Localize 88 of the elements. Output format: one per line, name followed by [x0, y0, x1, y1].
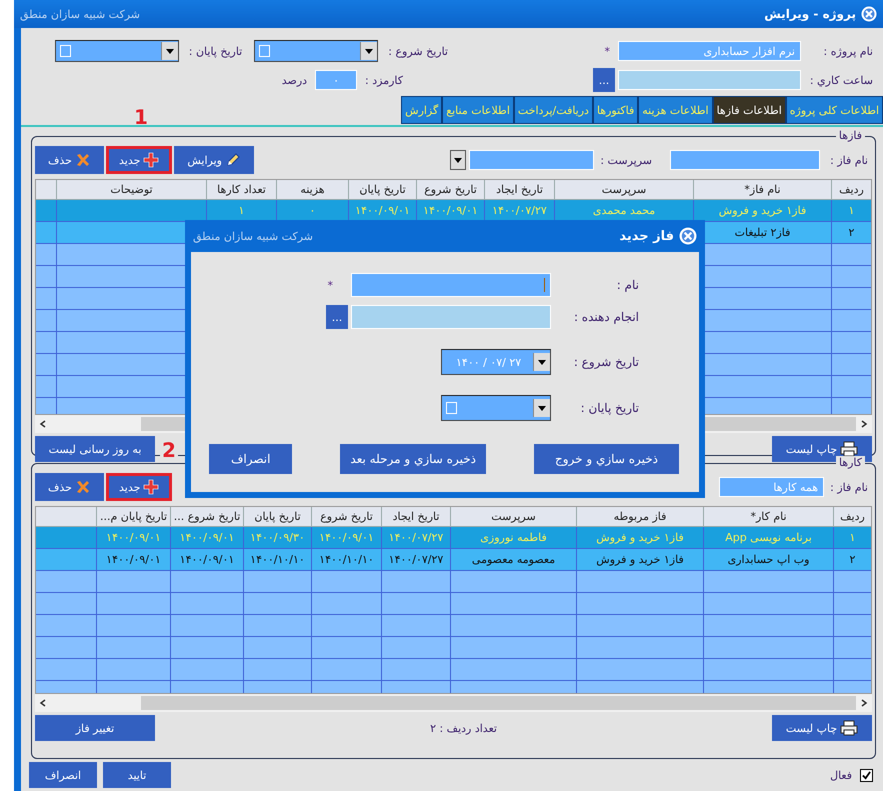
field-label: نام :	[616, 278, 639, 292]
dialog-button[interactable]: ذخیره سازي و مرحله بعد	[340, 444, 486, 474]
field-label: تاریخ شروع :	[572, 355, 639, 369]
performer-field[interactable]	[351, 305, 551, 329]
table-cell: ۱۴۰۰/۰۹/۰۱	[170, 549, 243, 571]
pencil-icon	[225, 152, 241, 168]
field-label: ساعت کاري :	[808, 74, 873, 86]
field-label: سرپرست :	[600, 154, 652, 166]
dropdown-arrow-icon	[454, 158, 462, 162]
table-cell: فاز۱ خرید و فروش	[576, 549, 703, 571]
date-combo[interactable]	[254, 40, 378, 62]
field-label: تاریخ پایان :	[580, 401, 639, 415]
toolbar-button[interactable]: حذف	[35, 473, 104, 501]
table-cell: ۱۴۰۰/۰۷/۲۷	[381, 549, 450, 571]
toolbar-button[interactable]: ویرایش	[174, 146, 254, 174]
table-cell: معصومه معصومی	[450, 549, 576, 571]
printer-icon	[840, 441, 858, 457]
tab[interactable]: گزارش	[401, 96, 442, 124]
company-name: شرکت شبیه سازان منطق	[193, 230, 313, 242]
table-cell: ۱۴۰۰/۱۰/۱۰	[311, 549, 381, 571]
table-cell: ۲	[833, 549, 871, 571]
supervisor-field[interactable]	[469, 150, 594, 170]
toolbar-button[interactable]: جدید	[106, 473, 172, 501]
footer-button[interactable]: انصراف	[29, 762, 97, 788]
close-icon[interactable]	[861, 6, 877, 22]
field-label: تاریخ پایان :	[188, 44, 242, 58]
dropdown-arrow-icon	[538, 406, 546, 410]
refresh-button[interactable]: به روز رسانی لیست	[35, 436, 155, 462]
dropdown-arrow-icon	[365, 48, 374, 54]
field-label: تاریخ شروع :	[388, 44, 448, 58]
tab[interactable]: اطلاعات هزینه	[638, 96, 713, 124]
field-label: کارمزد :	[365, 74, 403, 86]
chevron-left-icon	[39, 420, 47, 428]
chevron-right-icon	[860, 699, 868, 707]
dropdown-arrow-icon	[166, 48, 174, 54]
close-icon[interactable]	[679, 227, 697, 245]
change-phase-button[interactable]: تغییر فاز	[35, 715, 155, 741]
table-cell: ۲	[831, 222, 871, 244]
print-button[interactable]: چاپ لیست	[772, 715, 872, 741]
dropdown-arrow-icon	[538, 360, 546, 364]
required-mark: *	[326, 278, 333, 292]
field-label: نام فاز :	[829, 480, 868, 494]
tab[interactable]: اطلاعات فازها	[712, 96, 786, 124]
table-row[interactable]: ۲ وب اپ حسابداری فاز۱ خرید و فروش معصومه معصومی ۱۴۰۰/۰۷/۲۷ ۱۴۰۰/۱۰/۱۰ ۱۴۰۰/۱۰/۱۰ ۱۴۰۰/۰۹/۰۱ ۱۴۰۰/۰۹/۰۱	[36, 549, 871, 571]
required-mark: *	[604, 44, 610, 58]
tab[interactable]: فاکتورها	[592, 96, 638, 124]
cross-icon	[74, 479, 91, 495]
company-name: شرکت شبیه سازان منطق	[20, 8, 140, 20]
date-combo[interactable]	[54, 40, 179, 62]
toolbar-button[interactable]: حذف	[35, 146, 104, 174]
checkbox[interactable]	[860, 768, 873, 782]
phase-name-field[interactable]	[670, 150, 820, 170]
window-title: پروژه - ویرایش	[764, 7, 856, 21]
plus-icon	[143, 479, 160, 495]
field-label: نام پروژه :	[822, 44, 873, 58]
plus-icon	[143, 152, 160, 168]
browse-button[interactable]: ...	[593, 68, 615, 92]
field-label: انجام دهنده :	[572, 310, 639, 324]
printer-icon	[840, 720, 858, 736]
footer-button[interactable]: تایید	[103, 762, 171, 788]
dropdown-button[interactable]	[450, 150, 466, 170]
row-count: تعداد ردیف : ۲	[430, 722, 497, 734]
tab[interactable]: اطلاعات منابع	[442, 96, 514, 124]
date-value: ۱۴۰۰ / ۰۷/ ۲۷	[456, 356, 522, 368]
table-cell: ۱۴۰۰/۱۰/۱۰	[243, 549, 311, 571]
group-title: کارها	[836, 456, 865, 469]
step-number: 2	[160, 440, 178, 460]
step-number: 1	[134, 107, 148, 127]
chevron-left-icon	[39, 699, 47, 707]
field-label: نام فاز :	[829, 154, 868, 166]
browse-button[interactable]: ...	[326, 305, 348, 329]
table-cell: ۱۴۰۰/۰۹/۰۱	[96, 549, 170, 571]
toolbar-button[interactable]: جدید	[106, 146, 172, 174]
checkbox-label: فعال	[830, 768, 852, 782]
tab[interactable]: دریافت/پرداخت	[514, 96, 593, 124]
dialog-button[interactable]: ذخیره سازي و خروج	[534, 444, 679, 474]
chevron-right-icon	[860, 420, 868, 428]
dialog-title: فاز جدید	[619, 228, 674, 244]
tab[interactable]: اطلاعات کلی پروژه	[786, 96, 883, 124]
group-title: فازها	[836, 129, 865, 142]
date-combo[interactable]	[441, 395, 551, 421]
unit-label: درصد	[282, 74, 308, 86]
dialog-button[interactable]: انصراف	[209, 444, 292, 474]
table-cell: وب اپ حسابداری	[703, 549, 833, 571]
working-hours-field[interactable]	[618, 70, 801, 90]
name-field[interactable]	[351, 273, 551, 297]
cross-icon	[74, 152, 91, 168]
horizontal-scrollbar[interactable]	[35, 694, 872, 712]
